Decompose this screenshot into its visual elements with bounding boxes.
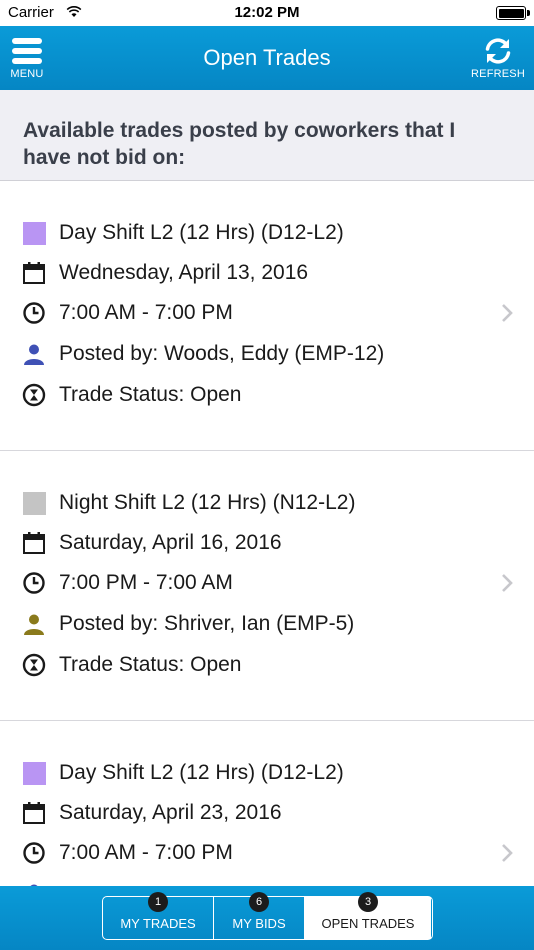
shift-color-swatch [22, 491, 46, 515]
tab-badge: 3 [358, 892, 378, 912]
status-row: Trade Status: Open [22, 651, 242, 679]
shift-date: Saturday, April 23, 2016 [59, 801, 282, 824]
shift-time: 7:00 PM - 7:00 AM [59, 571, 233, 594]
date-row: Saturday, April 16, 2016 [22, 529, 282, 557]
calendar-icon [22, 801, 46, 825]
trade-status: Trade Status: Open [59, 653, 242, 676]
posted-by: Posted by: Shriver, Ian (EMP-5) [59, 612, 355, 635]
shift-time: 7:00 AM - 7:00 PM [59, 301, 233, 324]
tab-my-trades[interactable]: 1 MY TRADES [103, 892, 214, 939]
hourglass-icon [22, 383, 46, 407]
shift-time: 7:00 AM - 7:00 PM [59, 841, 233, 864]
shift-row: Night Shift L2 (12 Hrs) (N12-L2) [22, 489, 355, 517]
shift-name: Night Shift L2 (12 Hrs) (N12-L2) [59, 491, 356, 514]
calendar-icon [22, 261, 46, 285]
shift-date: Saturday, April 16, 2016 [59, 531, 282, 554]
list-header-text: Available trades posted by coworkers tha… [23, 119, 456, 169]
bottom-tab-bar: 1 MY TRADES 6 MY BIDS 3 OPEN TRADES [0, 886, 534, 950]
date-row: Wednesday, April 13, 2016 [22, 259, 308, 287]
tab-badge: 1 [148, 892, 168, 912]
posted-by-row: Posted by: Woods, Eddy (EMP-12) [22, 340, 384, 368]
refresh-button[interactable]: REFRESH [468, 36, 528, 80]
time-row: 7:00 AM - 7:00 PM [22, 299, 233, 327]
status-row: Trade Status: Open [22, 381, 242, 409]
hourglass-icon [22, 653, 46, 677]
trade-item[interactable]: Night Shift L2 (12 Hrs) (N12-L2) Saturda… [0, 451, 534, 721]
time-row: 7:00 AM - 7:00 PM [22, 839, 233, 867]
refresh-icon [485, 38, 511, 64]
chevron-right-icon [502, 844, 513, 862]
trade-status: Trade Status: Open [59, 383, 242, 406]
tab-badge: 6 [249, 892, 269, 912]
date-row: Saturday, April 23, 2016 [22, 799, 282, 827]
person-icon [22, 342, 46, 366]
clock-icon [22, 571, 46, 595]
posted-by-row: Posted by: Shriver, Ian (EMP-5) [22, 610, 354, 638]
trade-item[interactable]: Day Shift L2 (12 Hrs) (D12-L2) Wednesday… [0, 181, 534, 451]
shift-name: Day Shift L2 (12 Hrs) (D12-L2) [59, 221, 344, 244]
shift-color-swatch [22, 221, 46, 245]
trades-list[interactable]: Day Shift L2 (12 Hrs) (D12-L2) Wednesday… [0, 181, 534, 886]
page-title: Open Trades [203, 45, 331, 70]
shift-date: Wednesday, April 13, 2016 [59, 261, 309, 284]
nav-bar: MENU Open Trades REFRESH [0, 26, 534, 90]
tab-open-trades[interactable]: 3 OPEN TRADES [305, 892, 431, 939]
battery-icon [496, 6, 530, 20]
status-bar: Carrier 12:02 PM [0, 0, 534, 26]
trade-item[interactable]: Day Shift L2 (12 Hrs) (D12-L2) Saturday,… [0, 721, 534, 886]
posted-by: Posted by: Woods, Eddy (EMP-12) [59, 342, 385, 365]
shift-name: Day Shift L2 (12 Hrs) (D12-L2) [59, 761, 344, 784]
refresh-label: REFRESH [471, 68, 525, 80]
shift-row: Day Shift L2 (12 Hrs) (D12-L2) [22, 759, 344, 787]
shift-row: Day Shift L2 (12 Hrs) (D12-L2) [22, 219, 344, 247]
calendar-icon [22, 531, 46, 555]
list-header: Available trades posted by coworkers tha… [0, 90, 534, 181]
tab-label: OPEN TRADES [321, 915, 415, 931]
person-icon [22, 612, 46, 636]
tab-label: MY TRADES [120, 915, 196, 931]
clock-label: 12:02 PM [234, 4, 300, 21]
chevron-right-icon [502, 574, 513, 592]
segmented-control: 1 MY TRADES 6 MY BIDS 3 OPEN TRADES [102, 892, 433, 940]
clock-icon [22, 301, 46, 325]
tab-my-bids[interactable]: 6 MY BIDS [214, 892, 305, 939]
chevron-right-icon [502, 304, 513, 322]
shift-color-swatch [22, 761, 46, 785]
time-row: 7:00 PM - 7:00 AM [22, 569, 233, 597]
clock-icon [22, 841, 46, 865]
tab-label: MY BIDS [232, 915, 286, 931]
